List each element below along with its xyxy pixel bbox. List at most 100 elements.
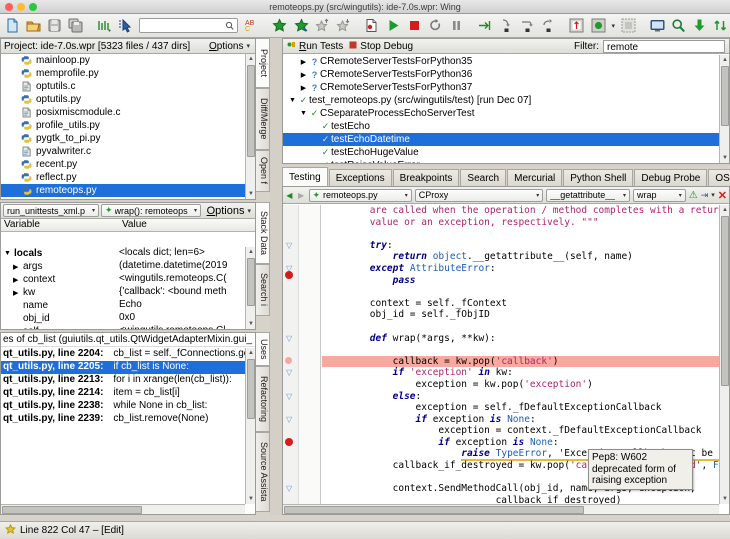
find-replace-icon[interactable]: ABC: [242, 15, 261, 36]
uses-result-list[interactable]: qt_utils.py, line 2204:cb_list = self._f…: [1, 348, 245, 504]
select-pointer-icon[interactable]: [116, 15, 135, 36]
triangle-right-icon[interactable]: ▶: [13, 289, 20, 297]
code-line[interactable]: exception = kw.pop('exception'): [322, 379, 719, 391]
triangle-right-icon[interactable]: ▶: [298, 84, 309, 92]
pin-icon[interactable]: ⇥: [701, 190, 709, 201]
scroll-up-arrow-icon[interactable]: ▲: [721, 206, 729, 214]
test-tree-row[interactable]: ✓testRaiseValueError: [283, 159, 719, 163]
side-tab-uses[interactable]: Uses: [256, 332, 270, 366]
triangle-right-icon[interactable]: ▶: [298, 71, 309, 79]
uses-result-row[interactable]: qt_utils.py, line 2214:item = cb_list[i]: [1, 387, 245, 400]
test-tree-row[interactable]: ▼✓test_remoteops.py (src/wingutils/test)…: [283, 94, 719, 107]
project-file-item[interactable]: posixmiscmodule.c: [1, 106, 245, 119]
indentation-icon[interactable]: [95, 15, 114, 36]
test-tree-row[interactable]: ▶?CRemoteServerTestsForPython36: [283, 68, 719, 81]
stop-debug-button[interactable]: Stop Debug: [349, 41, 413, 52]
tool-tab-python-shell[interactable]: Python Shell: [563, 169, 633, 186]
breakpoint-grid-icon[interactable]: [619, 15, 638, 36]
scrollbar-thumb[interactable]: [247, 65, 255, 157]
stack-file-combo[interactable]: run_unittests_xml.p ▾: [3, 204, 99, 217]
project-file-item[interactable]: recent.py: [1, 158, 245, 171]
side-tab-search-in-files[interactable]: Search i: [256, 264, 270, 316]
scrollbar-thumb[interactable]: [247, 359, 255, 419]
python-shell-icon[interactable]: [648, 15, 667, 36]
search-icon[interactable]: [669, 15, 688, 36]
code-line[interactable]: [322, 228, 719, 240]
scroll-up-arrow-icon[interactable]: ▲: [721, 56, 729, 64]
uses-horizontal-scrollbar[interactable]: [1, 504, 245, 514]
nav-forward-icon[interactable]: ▶: [297, 191, 306, 200]
code-line[interactable]: return object.__getattribute__(self, nam…: [322, 251, 719, 263]
editor-horizontal-scrollbar[interactable]: [283, 504, 719, 514]
tool-tab-search[interactable]: Search: [460, 169, 506, 186]
triangle-down-icon[interactable]: ▼: [298, 110, 309, 117]
code-line[interactable]: are called when the operation / method c…: [322, 205, 719, 217]
refresh-icon[interactable]: [711, 15, 730, 36]
scrollbar-thumb[interactable]: [2, 506, 142, 514]
scroll-down-arrow-icon[interactable]: ▼: [721, 495, 729, 503]
test-tree-row[interactable]: ▶?CRemoteServerTestsForPython37: [283, 81, 719, 94]
variable-row[interactable]: ▶kw{'callback': <bound meth: [1, 286, 245, 299]
run-icon[interactable]: [383, 15, 402, 36]
bookmark-next-icon[interactable]: [334, 15, 353, 36]
scroll-down-arrow-icon[interactable]: ▼: [247, 190, 255, 198]
new-file-icon[interactable]: [3, 15, 22, 36]
scrollbar-thumb[interactable]: [721, 66, 729, 126]
tests-scrollbar[interactable]: ▲ ▼: [719, 55, 729, 163]
code-line[interactable]: value or an exception, respectively. """: [322, 217, 719, 229]
uses-result-row[interactable]: qt_utils.py, line 2204:cb_list = self._f…: [1, 348, 245, 361]
code-line[interactable]: context = self._fContext: [322, 298, 719, 310]
breakpoint-disabled-marker[interactable]: [285, 357, 292, 364]
scroll-down-arrow-icon[interactable]: ▼: [247, 320, 255, 328]
project-file-item[interactable]: rest_to_text.py: [1, 197, 245, 199]
project-file-item[interactable]: reflect.py: [1, 171, 245, 184]
code-line[interactable]: obj_id = self._fObjID: [322, 309, 719, 321]
variable-row[interactable]: ▶args(datetime.datetime(2019: [1, 260, 245, 273]
tool-tab-debug-probe[interactable]: Debug Probe: [634, 169, 707, 186]
variable-row[interactable]: nameEcho: [1, 299, 245, 312]
stack-options-button[interactable]: Options▾: [207, 205, 253, 217]
step-into-icon[interactable]: [497, 15, 516, 36]
project-file-item[interactable]: optutils.py: [1, 93, 245, 106]
code-line[interactable]: if exception is None:: [322, 437, 719, 449]
test-tree-row[interactable]: ▶?CRemoteServerTestsForPython35: [283, 55, 719, 68]
fold-triangle-icon[interactable]: ▽: [286, 241, 292, 250]
toolbar-search-input[interactable]: [139, 18, 238, 33]
uses-result-row[interactable]: qt_utils.py, line 2239:cb_list.remove(No…: [1, 413, 245, 426]
open-folder-icon[interactable]: [24, 15, 43, 36]
scrollbar-thumb[interactable]: [284, 506, 584, 514]
scroll-up-arrow-icon[interactable]: ▲: [247, 55, 255, 63]
download-icon[interactable]: [690, 15, 709, 36]
scrollbar-thumb[interactable]: [247, 258, 255, 306]
variable-row[interactable]: obj_id0x0: [1, 312, 245, 325]
step-over-icon[interactable]: [475, 15, 494, 36]
editor-class-combo[interactable]: CProxy ▾: [415, 189, 544, 202]
nav-back-icon[interactable]: ◀: [285, 191, 294, 200]
side-tab-stack-data[interactable]: Stack Data: [256, 202, 270, 264]
project-file-item[interactable]: pyvalwriter.c: [1, 145, 245, 158]
uses-scrollbar[interactable]: ▲ ▼: [245, 348, 255, 504]
bookmark-icon[interactable]: [270, 15, 289, 36]
editor-vertical-scrollbar[interactable]: ▲ ▼: [719, 205, 729, 504]
scroll-up-arrow-icon[interactable]: ▲: [247, 349, 255, 357]
warning-icon[interactable]: ⚠: [689, 190, 698, 201]
code-line[interactable]: exception = context._fDefaultExceptionCa…: [322, 425, 719, 437]
tool-tab-testing[interactable]: Testing: [282, 167, 328, 186]
restart-icon[interactable]: [426, 15, 445, 36]
filter-input[interactable]: remote: [603, 40, 725, 53]
uses-result-row[interactable]: qt_utils.py, line 2205:if cb_list is Non…: [1, 361, 245, 374]
uses-result-row[interactable]: qt_utils.py, line 2238:while None in cb_…: [1, 400, 245, 413]
fold-gutter[interactable]: ▽▽▽▽▽▽▽▽: [283, 205, 299, 504]
triangle-right-icon[interactable]: ▶: [298, 58, 309, 66]
project-file-item[interactable]: profile_utils.py: [1, 119, 245, 132]
chevron-down-icon[interactable]: ▾: [711, 191, 715, 199]
test-tree[interactable]: ▶?CRemoteServerTestsForPython35▶?CRemote…: [283, 55, 719, 163]
stack-frame-combo[interactable]: ✦ wrap(): remoteops ▾: [101, 204, 201, 217]
scroll-up-arrow-icon[interactable]: ▲: [247, 248, 255, 256]
variable-row[interactable]: ▶context<wingutils.remoteops.C(: [1, 273, 245, 286]
fold-triangle-icon[interactable]: ▽: [286, 334, 292, 343]
code-line[interactable]: def wrap(*args, **kw):: [322, 333, 719, 345]
code-line[interactable]: try:: [322, 240, 719, 252]
save-icon[interactable]: [45, 15, 64, 36]
code-line-current[interactable]: callback = kw.pop('callback'): [322, 356, 719, 368]
